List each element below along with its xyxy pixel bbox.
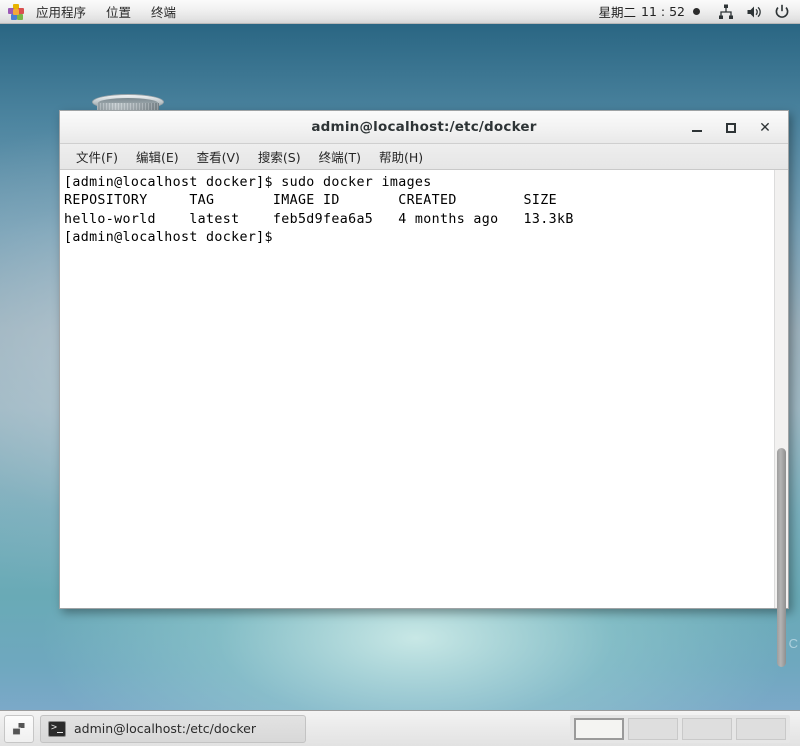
menu-terminal-label: 终端(T) (318, 150, 362, 165)
show-desktop-button[interactable] (4, 714, 34, 743)
workspace-4[interactable] (736, 717, 786, 740)
applications-menu[interactable]: 应用程序 (26, 0, 96, 23)
window-controls: ✕ (680, 111, 782, 144)
workspace-switcher (570, 714, 790, 743)
menu-view-label: 查看(V) (196, 150, 240, 165)
terminal-menubar: 文件(F) 编辑(E) 查看(V) 搜索(S) 终端(T) 帮助(H) (60, 144, 788, 170)
applications-menu-label: 应用程序 (36, 5, 87, 20)
places-menu-label: 位置 (106, 5, 132, 20)
terminal-window[interactable]: admin@localhost:/etc/docker ✕ 文件(F) 编辑(E… (59, 110, 789, 667)
menu-edit[interactable]: 编辑(E) (127, 144, 188, 169)
workspace-3[interactable] (682, 717, 732, 740)
close-icon: ✕ (759, 119, 771, 136)
desktop-screen: C 应用程序 位置 终端 星期二 11 : 52 admin@localhost… (0, 0, 800, 746)
bottom-panel: admin@localhost:/etc/docker (0, 710, 800, 746)
menu-file[interactable]: 文件(F) (67, 144, 127, 169)
menu-search-label: 搜索(S) (257, 150, 301, 165)
network-icon[interactable] (718, 4, 734, 20)
scrollbar-thumb[interactable] (777, 448, 786, 667)
taskbar-window-button[interactable]: admin@localhost:/etc/docker (40, 714, 306, 743)
applications-pinwheel-icon[interactable] (8, 3, 24, 20)
terminal-menu[interactable]: 终端 (141, 0, 186, 23)
terminal-icon (48, 720, 66, 737)
menu-help-label: 帮助(H) (379, 150, 424, 165)
terminal-menu-label: 终端 (151, 5, 177, 20)
minimize-icon (692, 129, 702, 132)
top-panel: 应用程序 位置 终端 星期二 11 : 52 (0, 0, 800, 24)
maximize-button[interactable] (714, 111, 748, 144)
menu-search[interactable]: 搜索(S) (249, 144, 310, 169)
menu-terminal[interactable]: 终端(T) (310, 144, 370, 169)
close-button[interactable]: ✕ (748, 111, 782, 144)
minimize-button[interactable] (680, 111, 714, 144)
workspace-1[interactable] (574, 717, 624, 740)
top-panel-menus: 应用程序 位置 终端 (0, 0, 186, 23)
taskbar-window-label: admin@localhost:/etc/docker (74, 721, 256, 736)
terminal-body[interactable]: [admin@localhost docker]$ sudo docker im… (60, 170, 788, 667)
menu-view[interactable]: 查看(V) (188, 144, 249, 169)
menu-file-label: 文件(F) (76, 150, 118, 165)
window-title: admin@localhost:/etc/docker (311, 119, 537, 135)
workspace-2[interactable] (628, 717, 678, 740)
power-icon[interactable] (774, 4, 790, 20)
window-titlebar[interactable]: admin@localhost:/etc/docker ✕ (60, 111, 788, 144)
maximize-icon (726, 122, 736, 133)
clock-weekday: 星期二 (598, 5, 637, 20)
menu-edit-label: 编辑(E) (135, 150, 179, 165)
show-desktop-icon (11, 722, 24, 735)
menu-help[interactable]: 帮助(H) (370, 144, 432, 169)
system-tray (704, 4, 800, 20)
places-menu[interactable]: 位置 (96, 0, 141, 23)
recording-dot-icon (693, 8, 700, 15)
terminal-output[interactable]: [admin@localhost docker]$ sudo docker im… (60, 170, 774, 608)
volume-icon[interactable] (746, 4, 762, 20)
clock-applet[interactable]: 星期二 11 : 52 (595, 2, 705, 21)
terminal-scrollbar[interactable] (774, 170, 788, 667)
desktop-edge-label: C (788, 636, 798, 651)
clock-time: 11 : 52 (641, 4, 685, 19)
